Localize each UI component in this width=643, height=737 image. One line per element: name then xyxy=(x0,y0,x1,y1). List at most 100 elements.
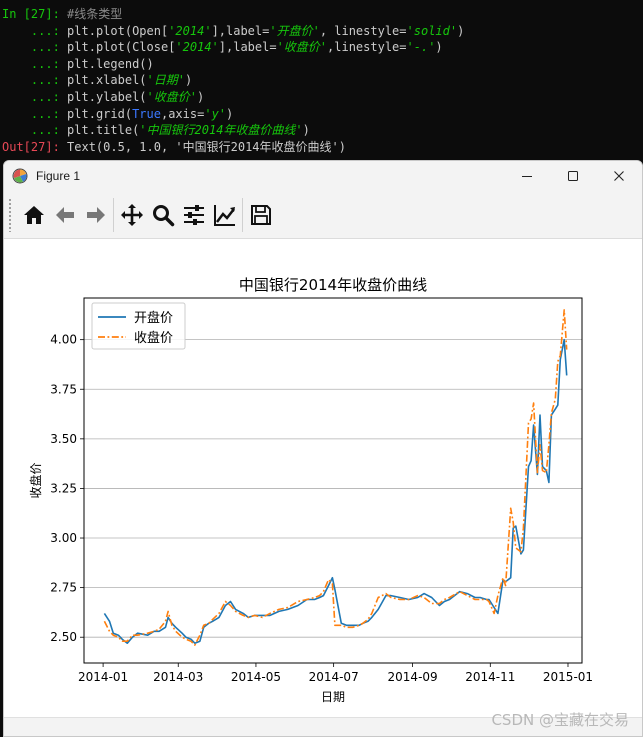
legend-label-open: 开盘价 xyxy=(134,310,173,326)
y-tick-label: 3.75 xyxy=(50,382,77,396)
in-prompt: In [27]: xyxy=(2,7,60,21)
zoom-icon xyxy=(152,204,174,226)
code-string: '日期' xyxy=(146,73,185,88)
continuation-prompt: ...: xyxy=(30,40,60,55)
y-tick-label: 3.00 xyxy=(50,531,77,545)
code-string: '收盘价' xyxy=(276,40,328,55)
terminal-line-output: Out[27]: Text(0.5, 1.0, '中国银行2014年收盘价曲线'… xyxy=(2,139,643,156)
terminal-line-title: ...: plt.title('中国银行2014年收盘价曲线') xyxy=(2,122,643,139)
minimize-button[interactable] xyxy=(504,161,550,191)
code-text: plt.plot(Close[ xyxy=(67,40,176,55)
legend-label-close: 收盘价 xyxy=(134,330,173,346)
y-tick-label: 4.00 xyxy=(50,333,77,347)
navigation-toolbar xyxy=(4,191,642,239)
code-string: '收盘价' xyxy=(146,89,197,104)
edit-axis-button[interactable] xyxy=(209,198,240,232)
zoom-button[interactable] xyxy=(147,198,178,232)
window-controls xyxy=(504,161,642,191)
code-text: plt.xlabel( xyxy=(67,73,147,88)
code-text: plt.title( xyxy=(67,123,140,138)
x-tick-label: 2014-11 xyxy=(465,670,515,684)
code-text: plt.legend() xyxy=(67,56,154,71)
chart-legend: 开盘价 收盘价 xyxy=(91,302,186,350)
continuation-prompt: ...: xyxy=(30,23,60,38)
terminal-line-grid: ...: plt.grid(True,axis='y') xyxy=(2,106,643,123)
continuation-prompt: ...: xyxy=(30,106,60,121)
forward-button[interactable] xyxy=(80,198,111,232)
y-tick-label: 2.75 xyxy=(50,581,77,595)
window-title: Figure 1 xyxy=(36,169,81,183)
code-text: ,axis= xyxy=(160,106,205,121)
code-string: '2014' xyxy=(168,23,212,38)
axes-frame xyxy=(83,297,583,664)
chart-title: 中国银行2014年收盘价曲线 xyxy=(239,276,427,294)
pan-button[interactable] xyxy=(116,198,147,232)
code-text: ) xyxy=(226,106,234,121)
maximize-button[interactable] xyxy=(550,161,596,191)
terminal-line-legend: ...: plt.legend() xyxy=(2,56,643,73)
ipython-terminal[interactable]: In [27]: #线条类型 ...: plt.plot(Open['2014'… xyxy=(0,0,643,160)
code-text: plt.plot(Open[ xyxy=(67,23,169,38)
back-arrow-icon xyxy=(55,206,74,223)
home-button[interactable] xyxy=(18,198,49,232)
back-button[interactable] xyxy=(49,198,80,232)
home-icon xyxy=(23,205,44,224)
terminal-line-plot-close: ...: plt.plot(Close['2014'],label='收盘价',… xyxy=(2,39,643,56)
x-tick-label: 2014-03 xyxy=(153,670,203,684)
configure-subplots-icon xyxy=(183,204,204,225)
code-text: , linestyle= xyxy=(319,23,407,38)
configure-subplots-button[interactable] xyxy=(178,198,209,232)
x-tick-label: 2015-01 xyxy=(543,670,593,684)
x-tick-label: 2014-07 xyxy=(309,670,359,684)
close-button[interactable] xyxy=(596,161,642,191)
terminal-line-xlabel: ...: plt.xlabel('日期') xyxy=(2,72,643,89)
save-icon xyxy=(250,204,271,225)
code-string: '2014' xyxy=(175,40,219,55)
code-string: 'y' xyxy=(204,106,227,121)
code-keyword: True xyxy=(132,106,161,121)
save-button[interactable] xyxy=(245,198,276,232)
toolbar-separator xyxy=(242,197,243,232)
code-text: plt.ylabel( xyxy=(67,89,147,104)
terminal-line-plot-open: ...: plt.plot(Open['2014'],label='开盘价', … xyxy=(2,23,643,40)
y-tick-label: 2.50 xyxy=(50,630,77,644)
code-text: ],label= xyxy=(218,40,277,55)
out-prompt: Out[27]: xyxy=(2,139,60,154)
minimize-icon xyxy=(522,176,532,177)
code-text: ) xyxy=(302,123,310,138)
axis-ticks: 2.50 2.75 3.00 3.25 3.50 3.75 4.00 2014-01 2014-… xyxy=(50,333,593,684)
pan-icon xyxy=(120,203,143,226)
terminal-line-ylabel: ...: plt.ylabel('收盘价') xyxy=(2,89,643,106)
continuation-prompt: ...: xyxy=(30,123,60,138)
continuation-prompt: ...: xyxy=(30,89,60,104)
x-tick-label: 2014-09 xyxy=(388,670,438,684)
x-axis-label: 日期 xyxy=(321,690,345,704)
code-text: ],label= xyxy=(211,23,270,38)
figure-window: Figure 1 2.50 2.75 3.00 3.25 3.50 3.75 4… xyxy=(3,160,643,737)
y-axis-label: 收盘价 xyxy=(28,462,43,498)
code-text: ) xyxy=(196,89,205,104)
y-tick-label: 3.25 xyxy=(50,481,77,495)
toolbar-grip[interactable] xyxy=(8,197,12,232)
code-text: plt.grid( xyxy=(67,106,133,121)
series-lines xyxy=(103,309,568,646)
line-chart: 2.50 2.75 3.00 3.25 3.50 3.75 4.00 2014-01 2014-… xyxy=(28,276,593,704)
code-text: ) xyxy=(184,73,193,88)
watermark: CSDN @宝藏在交易 xyxy=(491,711,629,729)
code-string: '开盘价' xyxy=(269,23,320,38)
toolbar-separator xyxy=(113,197,114,232)
code-text: ,linestyle= xyxy=(327,40,407,55)
maximize-icon xyxy=(568,171,578,181)
figure-canvas[interactable]: 2.50 2.75 3.00 3.25 3.50 3.75 4.00 2014-01 2014-… xyxy=(4,239,642,719)
x-tick-label: 2014-01 xyxy=(78,670,128,684)
grid-lines xyxy=(84,339,582,638)
terminal-line-comment: In [27]: #线条类型 xyxy=(2,6,643,23)
close-icon xyxy=(614,171,624,181)
code-text: ) xyxy=(435,40,443,55)
window-titlebar[interactable]: Figure 1 xyxy=(4,161,642,191)
code-string: 'solid' xyxy=(406,23,458,38)
code-string: '-.' xyxy=(406,40,436,55)
continuation-prompt: ...: xyxy=(30,73,60,88)
continuation-prompt: ...: xyxy=(30,56,60,71)
code-string: '中国银行2014年收盘价曲线' xyxy=(139,123,303,138)
